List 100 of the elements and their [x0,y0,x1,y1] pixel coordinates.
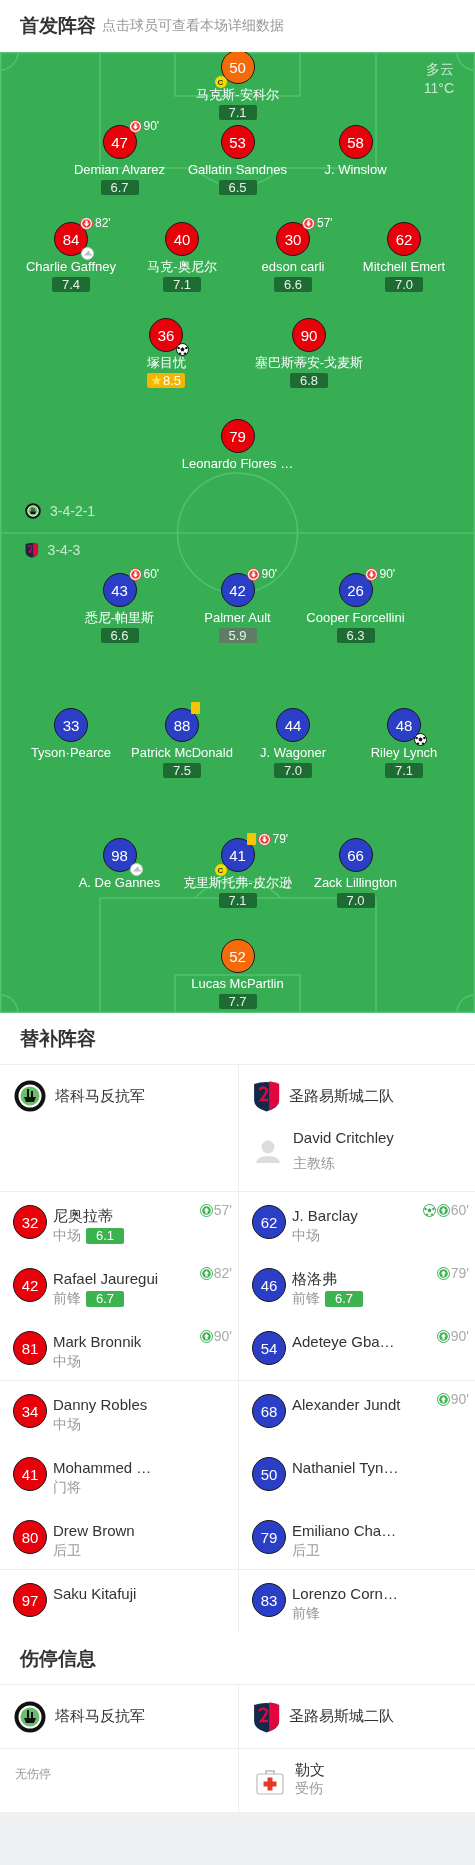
player-name: edson carli [261,259,325,275]
player-position: 中场 [53,1227,81,1245]
player-name: Danny Robles [53,1395,148,1415]
substitution-minute: 82' [213,1265,232,1281]
player-name: Saku Kitafuji [53,1584,137,1604]
player-number[interactable]: 40 [165,222,199,256]
player-position: 中场 [53,1353,81,1371]
player-number[interactable]: 79 [220,419,255,453]
player-rating: 7.7 [218,994,257,1009]
booking-card-icon [191,702,200,714]
player-number[interactable]: 33 [54,708,88,742]
arrow-down-icon [257,832,271,846]
player-rating: 6.6 [274,277,312,292]
player-number[interactable]: 42 [13,1268,47,1302]
player-rating: 6.7 [100,180,139,195]
player-position: 中场 [53,1416,81,1434]
player-number[interactable]: 26 [338,573,373,607]
arrow-down-icon [364,567,378,581]
arrow-up-icon [436,1266,450,1280]
player-number[interactable]: 42 [220,573,255,607]
captain-badge: C [214,864,227,876]
player-number[interactable]: 32 [13,1205,47,1239]
player-name: Zack Lillington [313,875,398,891]
shield-icon [253,1700,281,1733]
team-name: 圣路易斯城二队 [289,1707,395,1726]
star-icon [150,375,162,386]
player-number[interactable]: 36 [149,318,183,352]
substitution-minute: 79' [272,832,289,846]
player-rating: 6.6 [100,628,139,643]
player-rating: 7.1 [218,893,257,908]
substitution-minute: 90' [261,567,278,581]
player-number[interactable]: 84 [54,222,88,256]
player-number[interactable]: 81 [13,1331,47,1365]
substitution-minute: 90' [143,119,160,133]
player-name: Cooper Forcellini [306,610,405,626]
player-number[interactable]: 43 [102,573,137,607]
player-number[interactable]: 48 [387,708,421,742]
player-position: 前锋 [292,1290,320,1308]
player-name: 勒文 [295,1760,325,1779]
player-position: 中场 [292,1227,320,1245]
player-name: Alexander Jundt [292,1395,401,1415]
coach-name: David Critchley [293,1128,394,1148]
arrow-up-icon [436,1392,450,1406]
player-rating: 6.5 [218,180,257,195]
player-name: 克里斯托弗-皮尔逊 [183,875,292,891]
player-number[interactable]: 88 [165,708,199,742]
booking-card-icon [246,833,256,845]
player-number[interactable]: 80 [13,1520,47,1554]
player-name: Demian Alvarez [73,162,165,178]
player-rating: 7.1 [385,763,423,778]
player-name: Charlie Gaffney [25,259,117,275]
player-name: 尼奥拉蒂 [53,1206,114,1226]
player-number[interactable]: 66 [338,838,373,872]
crest-icon [14,1080,46,1112]
substitution-minute: 60' [143,567,160,581]
player-number[interactable]: 30 [276,222,310,256]
team-name: 圣路易斯城二队 [289,1086,395,1106]
player-name: A. De Gannes [78,875,161,891]
substitution-minute: 90' [450,1391,469,1407]
section-subtitle: 点击球员可查看本场详细数据 [102,17,284,35]
player-rating: 7.0 [385,277,423,292]
substitution-minute: 90' [379,567,396,581]
formation-label: 3-4-3 [47,542,81,558]
player-name: Mohammed … [53,1458,152,1478]
player-name: Patrick McDonald [131,745,233,761]
arrow-down-icon [128,119,142,133]
football-icon [176,343,189,356]
player-number[interactable]: 46 [252,1268,286,1302]
player-number[interactable]: 68 [252,1394,286,1428]
player-number[interactable]: 52 [220,939,255,973]
player-number[interactable]: 98 [102,838,137,872]
player-number[interactable]: 47 [102,125,137,159]
player-number[interactable]: 54 [252,1331,286,1365]
player-number[interactable]: 62 [387,222,421,256]
player-number[interactable]: 83 [252,1583,286,1617]
player-name: Drew Brown [53,1521,135,1541]
player-number[interactable]: 58 [338,125,373,159]
player-number[interactable]: 90 [292,318,326,352]
crest-icon [25,503,41,519]
team-name: 塔科马反抗军 [55,1086,145,1106]
injury-status: 受伤 [295,1779,324,1798]
football-icon [422,1203,436,1217]
player-number[interactable]: 97 [13,1583,47,1617]
player-name: Mitchell Emert [362,259,446,275]
section-title: 首发阵容 [20,14,96,38]
player-number[interactable]: 50 [252,1457,286,1491]
player-number[interactable]: 44 [276,708,310,742]
first-aid-kit-icon [256,1767,284,1795]
player-name: Mark Bronnik [53,1332,142,1352]
player-rating: 8.5 [162,373,182,388]
arrow-up-icon [436,1329,450,1343]
section-title: 伤停信息 [20,1646,96,1671]
player-number[interactable]: 41 [13,1457,47,1491]
shield-icon [25,542,39,558]
player-number[interactable]: 62 [252,1205,286,1239]
player-number[interactable]: 79 [252,1520,286,1554]
player-number[interactable]: 34 [13,1394,47,1428]
player-rating: 7.1 [218,105,257,120]
player-position: 前锋 [292,1605,320,1623]
player-number[interactable]: 53 [220,125,255,159]
